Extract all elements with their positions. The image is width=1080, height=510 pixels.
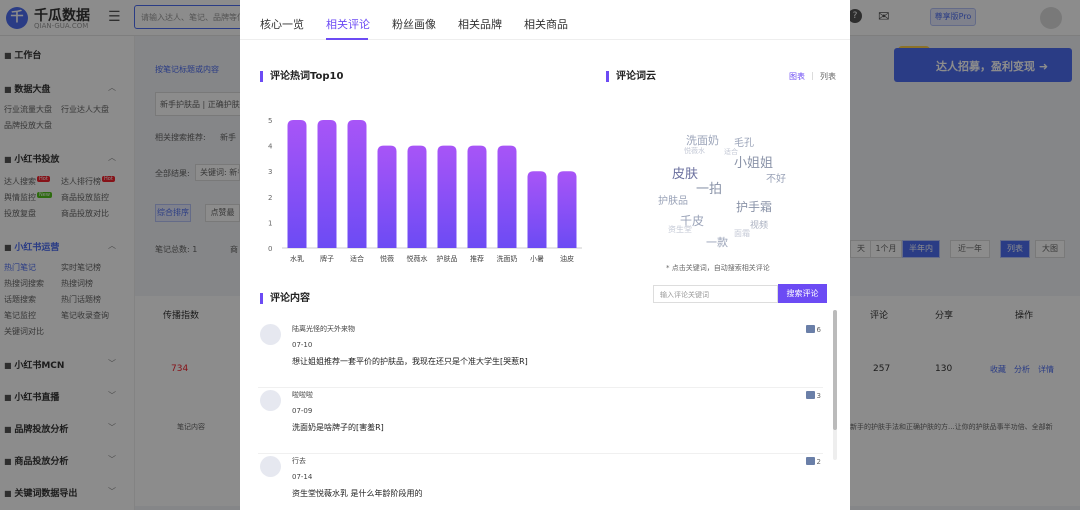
- bar-护肤品[interactable]: [437, 145, 457, 248]
- x-tick-label: 小暑: [530, 254, 544, 263]
- avatar[interactable]: [260, 324, 281, 345]
- comment-item: 啦啦啦 07-09 洗面奶是啥牌子的[害羞R] 3: [258, 386, 823, 454]
- word-cloud-term[interactable]: 视频: [750, 218, 768, 231]
- word-cloud-term[interactable]: 护手霜: [736, 198, 772, 215]
- bar-适合[interactable]: [347, 120, 367, 248]
- x-tick-label: 推荐: [470, 254, 484, 263]
- word-cloud-term[interactable]: 小姐姐: [734, 152, 773, 171]
- thumbs-up-icon: [805, 457, 815, 465]
- x-tick-label: 适合: [350, 254, 364, 263]
- comment-date: 07-14: [292, 473, 313, 481]
- comment-user[interactable]: 啦啦啦: [292, 390, 313, 400]
- comment-user[interactable]: 行去: [292, 456, 306, 466]
- bar-洗面奶[interactable]: [497, 145, 517, 248]
- tab-fan-profile[interactable]: 粉丝画像: [392, 16, 436, 32]
- y-tick-label: 4: [268, 143, 273, 151]
- bar-油皮[interactable]: [557, 171, 577, 248]
- tab-bar: 核心一览 相关评论 粉丝画像 相关品牌 相关商品: [240, 0, 850, 40]
- comment-user[interactable]: 陆离光怪的天外来物: [292, 324, 355, 334]
- bar-悦薇[interactable]: [377, 145, 397, 248]
- y-tick-label: 1: [268, 219, 272, 227]
- word-cloud-term[interactable]: 一拍: [696, 178, 722, 197]
- word-cloud-title: 评论词云: [606, 71, 656, 82]
- comment-text: 资生堂悦薇水乳 是什么年龄阶段用的: [292, 489, 423, 498]
- x-tick-label: 水乳: [290, 254, 304, 263]
- word-cloud-term[interactable]: 悦薇水: [684, 146, 705, 156]
- word-cloud-term[interactable]: 一款: [706, 234, 728, 250]
- note-detail-modal: 核心一览 相关评论 粉丝画像 相关品牌 相关商品 评论热词Top10 0 1 2 3 4…: [240, 0, 850, 510]
- word-cloud-term[interactable]: 皮肤: [672, 163, 698, 182]
- tab-related-brands[interactable]: 相关品牌: [458, 16, 502, 32]
- tab-core-overview[interactable]: 核心一览: [260, 16, 304, 32]
- comment-search-input[interactable]: 输入评论关键词: [653, 285, 778, 303]
- tab-related-comments[interactable]: 相关评论: [326, 16, 370, 32]
- comments-title: 评论内容: [260, 293, 310, 304]
- view-list-toggle[interactable]: 列表: [820, 71, 836, 82]
- y-tick-label: 5: [268, 117, 272, 125]
- word-cloud-term[interactable]: 护肤品: [658, 192, 688, 207]
- y-tick-label: 0: [268, 245, 272, 253]
- top10-title: 评论热词Top10: [260, 71, 343, 82]
- like-count: 6: [805, 325, 821, 334]
- comment-item: 陆离光怪的天外来物 07-10 想让姐姐推荐一套平价的护肤品，我现在还只是个准大…: [258, 320, 823, 388]
- hot-words-bar-chart: 0 1 2 3 4 5 水乳 牌子 适合 悦薇 悦薇水 护肤品 推荐 洗面奶 小暑 油皮: [268, 117, 582, 263]
- like-count: 3: [805, 391, 821, 400]
- x-tick-label: 护肤品: [437, 254, 458, 263]
- word-cloud-note: * 点击关键词，自动搜索相关评论: [666, 264, 770, 272]
- bar-悦薇水[interactable]: [407, 145, 427, 248]
- x-tick-label: 悦薇水: [407, 254, 428, 263]
- comment-date: 07-10: [292, 341, 313, 349]
- word-cloud: 洗面奶 毛孔 悦薇水 适合 小姐姐 皮肤 不好 一拍 护肤品 护手霜 千皮 视频 资生堂 面霜 一款: [646, 130, 806, 255]
- search-comments-button[interactable]: 搜索评论: [778, 284, 827, 303]
- thumbs-up-icon: [805, 325, 815, 333]
- avatar[interactable]: [260, 390, 281, 411]
- x-tick-label: 牌子: [320, 254, 334, 263]
- y-tick-label: 3: [268, 168, 272, 176]
- x-tick-label: 洗面奶: [497, 254, 518, 263]
- scrollbar-thumb[interactable]: [833, 310, 837, 430]
- avatar[interactable]: [260, 456, 281, 477]
- tab-related-products[interactable]: 相关商品: [524, 16, 568, 32]
- comment-date: 07-09: [292, 407, 313, 415]
- word-cloud-term[interactable]: 面霜: [734, 228, 750, 239]
- thumbs-up-icon: [805, 391, 815, 399]
- x-tick-label: 悦薇: [380, 254, 394, 263]
- x-tick-label: 油皮: [560, 254, 574, 263]
- comment-text: 想让姐姐推荐一套平价的护肤品，我现在还只是个准大学生[哭惹R]: [292, 357, 528, 366]
- bar-牌子[interactable]: [317, 120, 337, 248]
- word-cloud-term[interactable]: 不好: [766, 170, 786, 185]
- bar-小暑[interactable]: [527, 171, 547, 248]
- view-chart-toggle[interactable]: 图表: [789, 71, 805, 82]
- like-count: 2: [805, 457, 821, 466]
- view-toggle-separator: |: [811, 71, 814, 80]
- word-cloud-term[interactable]: 资生堂: [668, 224, 692, 235]
- bar-水乳[interactable]: [287, 120, 307, 248]
- comment-item: 行去 07-14 资生堂悦薇水乳 是什么年龄阶段用的 2: [258, 452, 823, 510]
- bar-推荐[interactable]: [467, 145, 487, 248]
- active-tab-indicator: [326, 38, 368, 40]
- comment-text: 洗面奶是啥牌子的[害羞R]: [292, 423, 384, 432]
- y-tick-label: 2: [268, 194, 272, 202]
